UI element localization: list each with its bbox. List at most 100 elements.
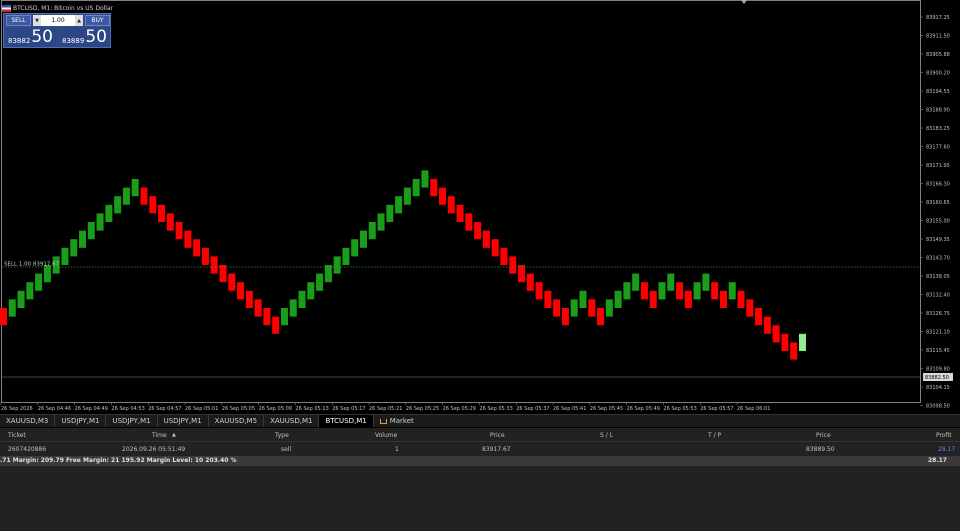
renko-brick	[359, 230, 367, 248]
time-axis-label: 26 Sep 05:57	[700, 406, 733, 412]
chart-canvas[interactable]: SELL 1.00 83917.67 83917.25 83911.50 83905.…	[0, 0, 960, 414]
col-volume[interactable]: Volume	[375, 432, 397, 439]
time-axis-label: 26 Sep 05:25	[406, 406, 439, 412]
renko-brick	[763, 316, 771, 334]
price-axis-label: 83171.95	[926, 163, 950, 169]
buy-price-pips: 50	[85, 27, 107, 47]
tab-btcusd-m1[interactable]: BTCUSD,M1	[319, 415, 374, 427]
sell-price-prefix: 83882	[8, 37, 31, 45]
col-time[interactable]: Time	[152, 432, 167, 439]
renko-brick	[597, 308, 605, 326]
renko-brick	[474, 222, 482, 240]
sell-price-button[interactable]: 83882 50	[6, 28, 56, 47]
renko-brick	[790, 342, 798, 360]
renko-brick	[70, 239, 78, 257]
renko-brick	[623, 282, 631, 300]
col-sl[interactable]: S / L	[600, 432, 613, 439]
renko-brick	[702, 273, 710, 291]
buy-price-button[interactable]: 83889 50	[60, 28, 110, 47]
cell-type: sell	[281, 446, 292, 453]
renko-brick	[544, 290, 552, 308]
one-click-trading-panel: SELL ▼ 1.00 ▲ BUY 83882 50 83889 50	[3, 13, 111, 48]
tab-market[interactable]: Market	[374, 415, 420, 427]
cell-time: 2026.09.26 05:51:49	[122, 446, 186, 453]
tab-usdjpy-m1[interactable]: USDJPY,M1	[158, 415, 209, 427]
col-ticket[interactable]: Ticket	[8, 432, 26, 439]
basket-icon	[379, 418, 387, 424]
tab-usdjpy-m1[interactable]: USDJPY,M1	[55, 415, 107, 427]
price-axis-label: 83900.20	[926, 71, 950, 77]
renko-brick	[518, 265, 526, 283]
chevron-up-icon[interactable]: ▲	[75, 15, 83, 26]
renko-brick	[298, 290, 306, 308]
time-axis-label: 26 Sep 04:46	[38, 406, 71, 412]
renko-brick	[122, 187, 130, 205]
cell-price-current: 83889.50	[806, 446, 835, 453]
col-tp[interactable]: T / P	[708, 432, 721, 439]
col-price-current[interactable]: Price	[816, 432, 831, 439]
price-axis-label: 83188.90	[926, 108, 950, 114]
chart-tabs: XAUUSD,M3 USDJPY,M1 USDJPY,M1 USDJPY,M1 …	[0, 414, 960, 427]
price-axis-label: 83917.25	[926, 15, 950, 21]
chart-area[interactable]: SELL 1.00 83917.67 83917.25 83911.50 83905.…	[0, 0, 960, 414]
time-axis-label: 26 Sep 05:01	[185, 406, 218, 412]
renko-brick	[526, 273, 534, 291]
renko-brick	[35, 273, 43, 291]
renko-brick	[289, 299, 297, 317]
lot-size-field[interactable]: ▼ 1.00 ▲	[33, 15, 83, 26]
renko-brick	[8, 299, 16, 317]
renko-brick	[237, 282, 245, 300]
renko-brick	[535, 282, 543, 300]
us-flag-icon	[2, 4, 11, 12]
chart-title-text: BTCUSD, M1: Bitcoin vs US Dollar	[13, 4, 114, 12]
renko-brick	[228, 273, 236, 291]
price-axis-label: 83126.75	[926, 311, 950, 317]
renko-brick	[412, 179, 420, 197]
renko-brick	[158, 204, 166, 222]
price-axis-label: 83194.55	[926, 89, 950, 95]
chevron-down-icon[interactable]	[741, 0, 747, 4]
renko-brick	[342, 247, 350, 265]
renko-brick	[219, 265, 227, 283]
renko-brick	[640, 282, 648, 300]
renko-brick	[746, 299, 754, 317]
tab-xauusd-m3[interactable]: XAUUSD,M3	[0, 415, 56, 427]
renko-brick	[491, 239, 499, 257]
renko-brick	[386, 204, 394, 222]
price-axis-label: 83115.45	[926, 348, 950, 354]
buy-button[interactable]: BUY	[85, 15, 110, 26]
price-axis-label: 83098.50	[926, 404, 950, 410]
price-axis-label: 83109.80	[926, 367, 950, 373]
renko-brick	[201, 247, 209, 265]
renko-brick	[728, 282, 736, 300]
price-axis-label: 83905.88	[926, 52, 950, 58]
time-axis-label: 26 Sep 05:45	[590, 406, 623, 412]
renko-brick	[245, 290, 253, 308]
renko-brick	[79, 230, 87, 248]
renko-brick	[272, 316, 280, 334]
price-axis-label: 83160.65	[926, 200, 950, 206]
chevron-down-icon[interactable]: ▼	[33, 15, 41, 26]
col-price[interactable]: Price	[490, 432, 505, 439]
time-axis-label: 26 Sep 05:13	[295, 406, 328, 412]
renko-brick	[737, 290, 745, 308]
tab-xauusd-m5[interactable]: XAUUSD,M5	[209, 415, 265, 427]
renko-brick	[430, 179, 438, 197]
tab-usdjpy-m1[interactable]: USDJPY,M1	[106, 415, 158, 427]
col-type[interactable]: Type	[275, 432, 289, 439]
col-profit[interactable]: Profit	[936, 432, 952, 439]
lot-size-value[interactable]: 1.00	[41, 15, 75, 26]
sell-button[interactable]: SELL	[6, 15, 31, 26]
renko-brick	[676, 282, 684, 300]
renko-brick	[114, 196, 122, 214]
renko-brick	[711, 282, 719, 300]
table-row[interactable]: 2607420886 2026.09.26 05:51:49 sell 1 83…	[0, 444, 960, 454]
tab-xauusd-m1[interactable]: XAUUSD,M1	[264, 415, 320, 427]
renko-brick	[755, 308, 763, 326]
renko-brick	[658, 282, 666, 300]
price-axis-label: 83183.25	[926, 126, 950, 132]
renko-brick	[140, 187, 148, 205]
price-axis-label: 83138.05	[926, 274, 950, 280]
renko-brick	[254, 299, 262, 317]
renko-brick	[798, 333, 806, 351]
